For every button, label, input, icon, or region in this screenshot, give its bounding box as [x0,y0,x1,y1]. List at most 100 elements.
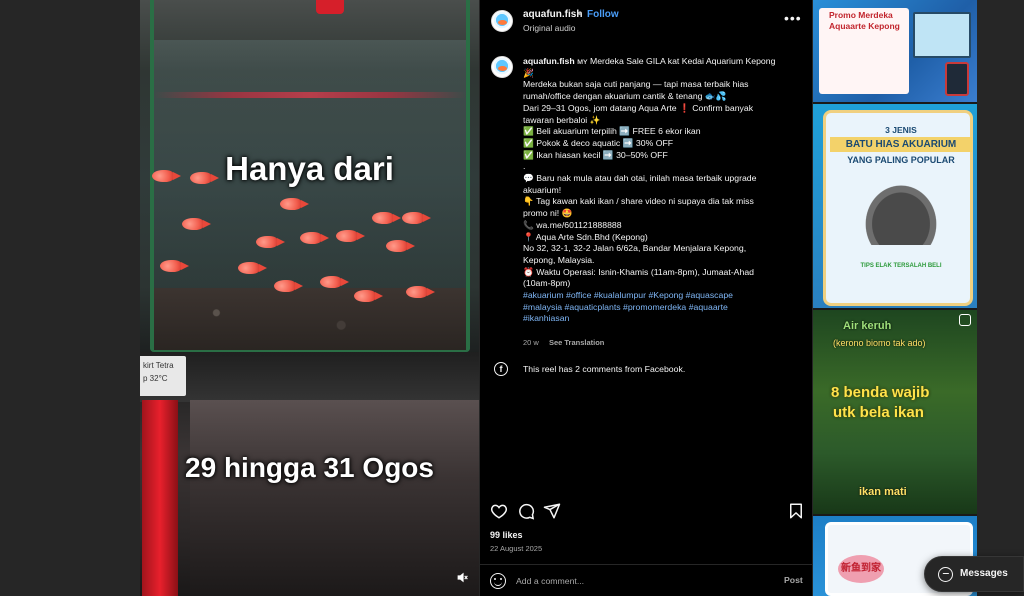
speaker-muted-icon [457,572,468,583]
caption-text-line: Dari 29–31 Ogos, jom datang Aqua Arte ❗ … [523,102,754,113]
caption-text-line: ✅ Ikan hiasan kecil ➡️ 30–50% OFF [523,149,668,160]
hashtag-link[interactable]: #kualalumpur [594,290,646,300]
caption-text-line: 💬 Baru nak mula atau dah otai, inilah ma… [523,173,757,184]
follow-button[interactable]: Follow [587,9,619,20]
bookmark-icon [790,503,802,519]
mute-button[interactable] [452,570,472,590]
header-username[interactable]: aquafun.fish [523,9,582,20]
thumbnail-1[interactable]: Promo Merdeka Aquaarte Kepong [813,0,977,102]
fish [386,240,415,252]
post-date: 22 August 2025 [490,544,543,553]
caption-text-line[interactable]: 📞 wa.me/601121888888 [523,220,795,232]
thumbnail-subtitle: YANG PALING POPULAR [847,155,955,165]
caption-text-line: ᴍʏ Merdeka Sale GILA kat Kedai Aquarium … [577,56,776,66]
facebook-note-text: This reel has 2 comments from Facebook. [523,364,686,374]
messages-label: Messages [960,568,1008,579]
shelf [140,352,479,402]
reel-video[interactable]: kirt Tetra p 32°C Hanya dari 29 hingga 3… [140,0,479,596]
share-button[interactable] [543,502,561,520]
see-translation-button[interactable]: See Translation [549,338,604,347]
fish [256,236,285,248]
messages-button[interactable]: Messages [924,556,1024,592]
fish [182,218,211,230]
thumbnail-title: 8 benda wajib [831,384,930,401]
thumbnail-footer: TIPS ELAK TERSALAH BELI [860,263,942,269]
fish [274,280,303,292]
hashtag-link[interactable]: #aquaarte [689,302,728,312]
save-button[interactable] [787,502,805,520]
post-panel: aquafun.fish • Follow Original audio •••… [479,0,814,596]
audio-label[interactable]: Original audio [523,23,575,33]
price-tag: kirt Tetra p 32°C [140,356,186,396]
more-options-button[interactable]: ••• [784,10,802,26]
caption-text-line: 👇 Tag kawan kaki ikan / share video ni s… [523,196,754,207]
caption-text-line: . [523,161,526,172]
caption-text-line: 📍 Aqua Arte Sdn.Bhd (Kepong) [523,231,648,242]
thumbnail-title: Promo Merdeka Aquaarte Kepong [829,10,900,31]
fish [406,286,435,298]
caption-text-line: rumah/office dengan akuarium cantik & te… [523,91,727,102]
caption-area: aquafun.fish ᴍʏ Merdeka Sale GILA kat Ke… [480,52,814,352]
avatar[interactable] [491,10,513,32]
hashtag-link[interactable]: #aquascape [686,290,733,300]
more-horizontal-icon: ••• [784,10,802,26]
facebook-icon: f [494,362,508,376]
hashtag-line: #akuarium #office #kualalumpur #Kepong #… [523,290,795,302]
caption-avatar[interactable] [491,56,513,78]
thumbnail-2[interactable]: 3 JENIS BATU HIAS AKUARIUM YANG PALING P… [813,104,977,308]
action-bar [480,500,814,522]
thumbnail-card: 3 JENIS BATU HIAS AKUARIUM YANG PALING P… [823,110,973,306]
caption-text-line: promo ni! 🤩 [523,208,573,219]
lower-tank [190,400,479,596]
time-ago[interactable]: 20 w [523,338,539,347]
fish [280,198,309,210]
fish [402,212,431,224]
fish [300,232,329,244]
caption-text-line: ✅ Beli akuarium terpilih ➡️ FREE 6 ekor … [523,126,701,137]
caption-text-line: ⏰ Waktu Operasi: Isnin-Khamis (11am-8pm)… [523,266,754,277]
hashtag-link[interactable]: #office [566,290,591,300]
video-caption-top: Hanya dari [225,150,394,187]
comment-input[interactable] [516,573,766,589]
caption-text-line: tawaran berbaloi ✨ [523,114,601,125]
fish [354,290,383,302]
reel-icon [959,314,971,326]
hashtag-line: #malaysia #aquaticplants #promomerdeka #… [523,302,795,314]
hashtag-link[interactable]: #akuarium [523,290,564,300]
left-overlay [0,0,140,596]
caption-text-line: No 32, 32-1, 32-2 Jalan 6/62a, Bandar Me… [523,243,747,254]
fish [238,262,267,274]
thumbnail-text: ikan mati [859,486,907,498]
like-button[interactable] [490,502,508,520]
aquarium-image [913,12,971,58]
hashtag-link[interactable]: #aquaticplants [565,302,621,312]
hashtag-link[interactable]: #ikanhiasan [523,313,569,323]
caption-text: aquafun.fish ᴍʏ Merdeka Sale GILA kat Ke… [523,56,795,325]
related-thumbnails: Promo Merdeka Aquaarte Kepong 3 JENIS BA… [813,0,977,596]
thumbnail-text: Air keruh [843,320,892,332]
likes-count[interactable]: 99 likes [490,530,523,540]
fish [372,212,401,224]
right-overlay [977,0,1024,596]
post-header: aquafun.fish • Follow Original audio ••• [480,0,814,42]
caption-username[interactable]: aquafun.fish [523,56,575,66]
emoji-icon[interactable] [490,573,506,589]
caption-text-line: akuarium! [523,184,562,195]
thumbnail-3[interactable]: Air keruh (kerono biomo tak ado) 8 benda… [813,310,977,514]
caption-meta: 20 w See Translation [523,338,612,347]
red-post [142,400,178,596]
thumbnail-number: 3 JENIS [885,125,917,135]
thumbnail-title: BATU HIAS AKUARIUM [830,137,972,152]
hashtag-link[interactable]: #promomerdeka [623,302,686,312]
comment-button[interactable] [517,502,535,520]
hashtag-link[interactable]: #Kepong [648,290,683,300]
thumbnail-badge: 新鱼到家 [838,555,884,583]
price-tag-line: p 32°C [143,373,168,383]
send-icon [543,503,561,519]
hashtag-link[interactable]: #malaysia [523,302,562,312]
phone-image [945,62,969,96]
comment-icon [519,503,535,520]
fish [160,260,189,272]
post-comment-button[interactable]: Post [784,575,803,585]
header-separator: • [578,9,582,20]
